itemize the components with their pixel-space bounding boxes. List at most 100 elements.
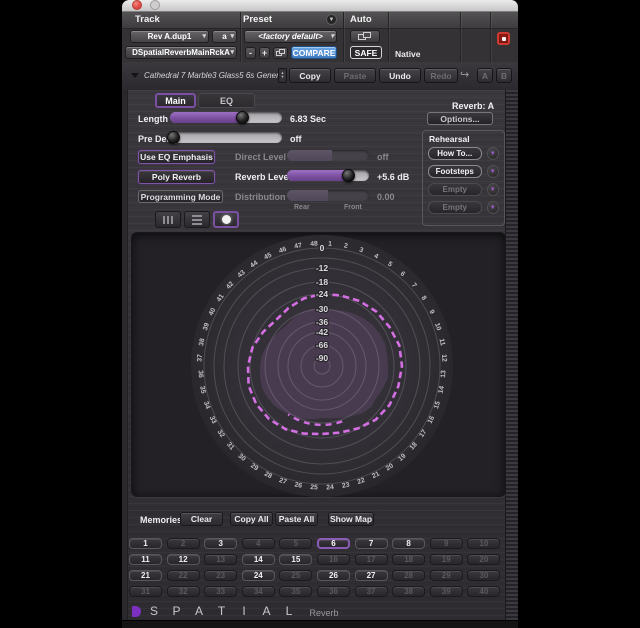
rehearsal-menu-button[interactable]: ▼ <box>487 165 500 178</box>
setting-a-button[interactable]: A <box>477 68 493 83</box>
memory-slot[interactable]: 16 <box>317 554 350 565</box>
view-list-button[interactable] <box>184 211 210 228</box>
memory-slot[interactable]: 1 <box>129 538 162 549</box>
paste-button[interactable]: Paste <box>334 68 376 83</box>
paste-all-label: Paste All <box>279 514 315 524</box>
auto-button[interactable] <box>350 30 380 43</box>
memory-slot[interactable]: 7 <box>355 538 388 549</box>
use-eq-emphasis-button[interactable]: Use EQ Emphasis <box>138 150 215 164</box>
memory-slot[interactable]: 29 <box>430 570 463 581</box>
rehearsal-item-button[interactable]: Empty <box>428 183 482 196</box>
setting-spinner[interactable]: ▲ ▼ <box>278 68 287 83</box>
memory-slot[interactable]: 21 <box>129 570 162 581</box>
memory-slot[interactable]: 5 <box>279 538 312 549</box>
disclosure-triangle-icon[interactable] <box>131 73 139 78</box>
memory-slot[interactable]: 9 <box>430 538 463 549</box>
memory-slot[interactable]: 10 <box>467 538 500 549</box>
preset-select[interactable]: <factory default> ▾ <box>244 30 337 43</box>
track-select[interactable]: Rev A.dup1 ▾ <box>130 30 209 43</box>
preset-next-button[interactable]: + <box>259 47 270 59</box>
reverb-level-knob[interactable] <box>342 169 355 182</box>
brand-letter: S <box>144 604 164 618</box>
safe-button[interactable]: SAFE <box>350 46 382 59</box>
minimize-button[interactable] <box>150 0 160 10</box>
window-titlebar[interactable] <box>122 0 518 12</box>
redo-button[interactable]: Redo <box>424 68 458 83</box>
memories-show-map-button[interactable]: Show Map <box>328 512 374 526</box>
length-knob[interactable] <box>236 111 249 124</box>
tab-main[interactable]: Main <box>155 93 196 108</box>
memory-slot[interactable]: 39 <box>430 586 463 597</box>
distribution-slider[interactable] <box>287 190 369 201</box>
compare-button[interactable]: COMPARE <box>291 46 337 59</box>
memory-slot[interactable]: 38 <box>392 586 425 597</box>
poly-reverb-button[interactable]: Poly Reverb <box>138 170 215 184</box>
memory-slot[interactable]: 26 <box>317 570 350 581</box>
poly-reverb-label: Poly Reverb <box>152 172 201 182</box>
memory-slot[interactable]: 19 <box>430 554 463 565</box>
memory-slot[interactable]: 13 <box>204 554 237 565</box>
rehearsal-item-button[interactable]: How To... <box>428 147 482 160</box>
memory-slot[interactable]: 15 <box>279 554 312 565</box>
undo-button[interactable]: Undo <box>379 68 421 83</box>
rehearsal-item-button[interactable]: Empty <box>428 201 482 214</box>
preset-copy-button[interactable] <box>273 47 288 59</box>
memory-slot[interactable]: 40 <box>467 586 500 597</box>
view-polar-button[interactable] <box>213 211 239 228</box>
preset-prev-button[interactable]: - <box>245 47 256 59</box>
rehearsal-menu-button[interactable]: ▼ <box>487 147 500 160</box>
track-letter-select[interactable]: a ▾ <box>212 30 237 43</box>
memory-slot[interactable]: 37 <box>355 586 388 597</box>
options-button[interactable]: Options... <box>427 112 493 125</box>
memory-slot[interactable]: 3 <box>204 538 237 549</box>
tab-eq[interactable]: EQ <box>198 93 255 108</box>
preset-menu-icon[interactable]: ▼ <box>326 14 337 25</box>
memory-slot[interactable]: 28 <box>392 570 425 581</box>
memory-slot[interactable]: 14 <box>242 554 275 565</box>
rehearsal-menu-button[interactable]: ▼ <box>487 183 500 196</box>
dial-svg[interactable]: 0-12-18-24-30-36-42-66-90123456789101112… <box>132 233 507 498</box>
direct-level-slider[interactable] <box>287 150 369 161</box>
memory-slot[interactable]: 31 <box>129 586 162 597</box>
plugin-select[interactable]: DSpatialReverbMainRckA ▾ <box>125 46 237 59</box>
memory-slot[interactable]: 17 <box>355 554 388 565</box>
memory-slot[interactable]: 20 <box>467 554 500 565</box>
memory-slot[interactable]: 30 <box>467 570 500 581</box>
memory-slot[interactable]: 22 <box>167 570 200 581</box>
current-setting-name[interactable]: Cathedral 7 Marble3 Glass5 6s Generic <box>144 71 285 80</box>
memory-slot[interactable]: 36 <box>317 586 350 597</box>
predelay-knob[interactable] <box>167 131 180 144</box>
memory-slot[interactable]: 35 <box>279 586 312 597</box>
memory-slot[interactable]: 32 <box>167 586 200 597</box>
rear-label: Rear <box>294 204 310 211</box>
memory-slot[interactable]: 34 <box>242 586 275 597</box>
memory-slot[interactable]: 24 <box>242 570 275 581</box>
memory-slot[interactable]: 4 <box>242 538 275 549</box>
close-button[interactable] <box>132 0 142 10</box>
dial-position-number: 25 <box>310 484 318 492</box>
return-arrow-icon[interactable]: ↪ <box>460 70 469 81</box>
copy-button[interactable]: Copy <box>289 68 331 83</box>
programming-mode-button[interactable]: Programming Mode <box>138 190 223 203</box>
memory-slot[interactable]: 33 <box>204 586 237 597</box>
memory-slot[interactable]: 2 <box>167 538 200 549</box>
view-bars-button[interactable] <box>155 211 181 228</box>
memory-slot[interactable]: 6 <box>317 538 350 549</box>
setting-b-button[interactable]: B <box>496 68 512 83</box>
memory-slot[interactable]: 12 <box>167 554 200 565</box>
memories-clear-button[interactable]: Clear <box>180 512 223 526</box>
rehearsal-menu-button[interactable]: ▼ <box>487 201 500 214</box>
memory-slot[interactable]: 23 <box>204 570 237 581</box>
length-slider[interactable] <box>170 112 282 123</box>
reverb-level-slider[interactable] <box>287 170 369 181</box>
plugin-target-button[interactable] <box>497 32 510 45</box>
predelay-slider[interactable] <box>170 132 282 143</box>
memory-slot[interactable]: 27 <box>355 570 388 581</box>
memory-slot[interactable]: 11 <box>129 554 162 565</box>
memories-copy-all-button[interactable]: Copy All <box>230 512 273 526</box>
memory-slot[interactable]: 25 <box>279 570 312 581</box>
memory-slot[interactable]: 8 <box>392 538 425 549</box>
rehearsal-item-button[interactable]: Footsteps <box>428 165 482 178</box>
memory-slot[interactable]: 18 <box>392 554 425 565</box>
memories-paste-all-button[interactable]: Paste All <box>275 512 318 526</box>
